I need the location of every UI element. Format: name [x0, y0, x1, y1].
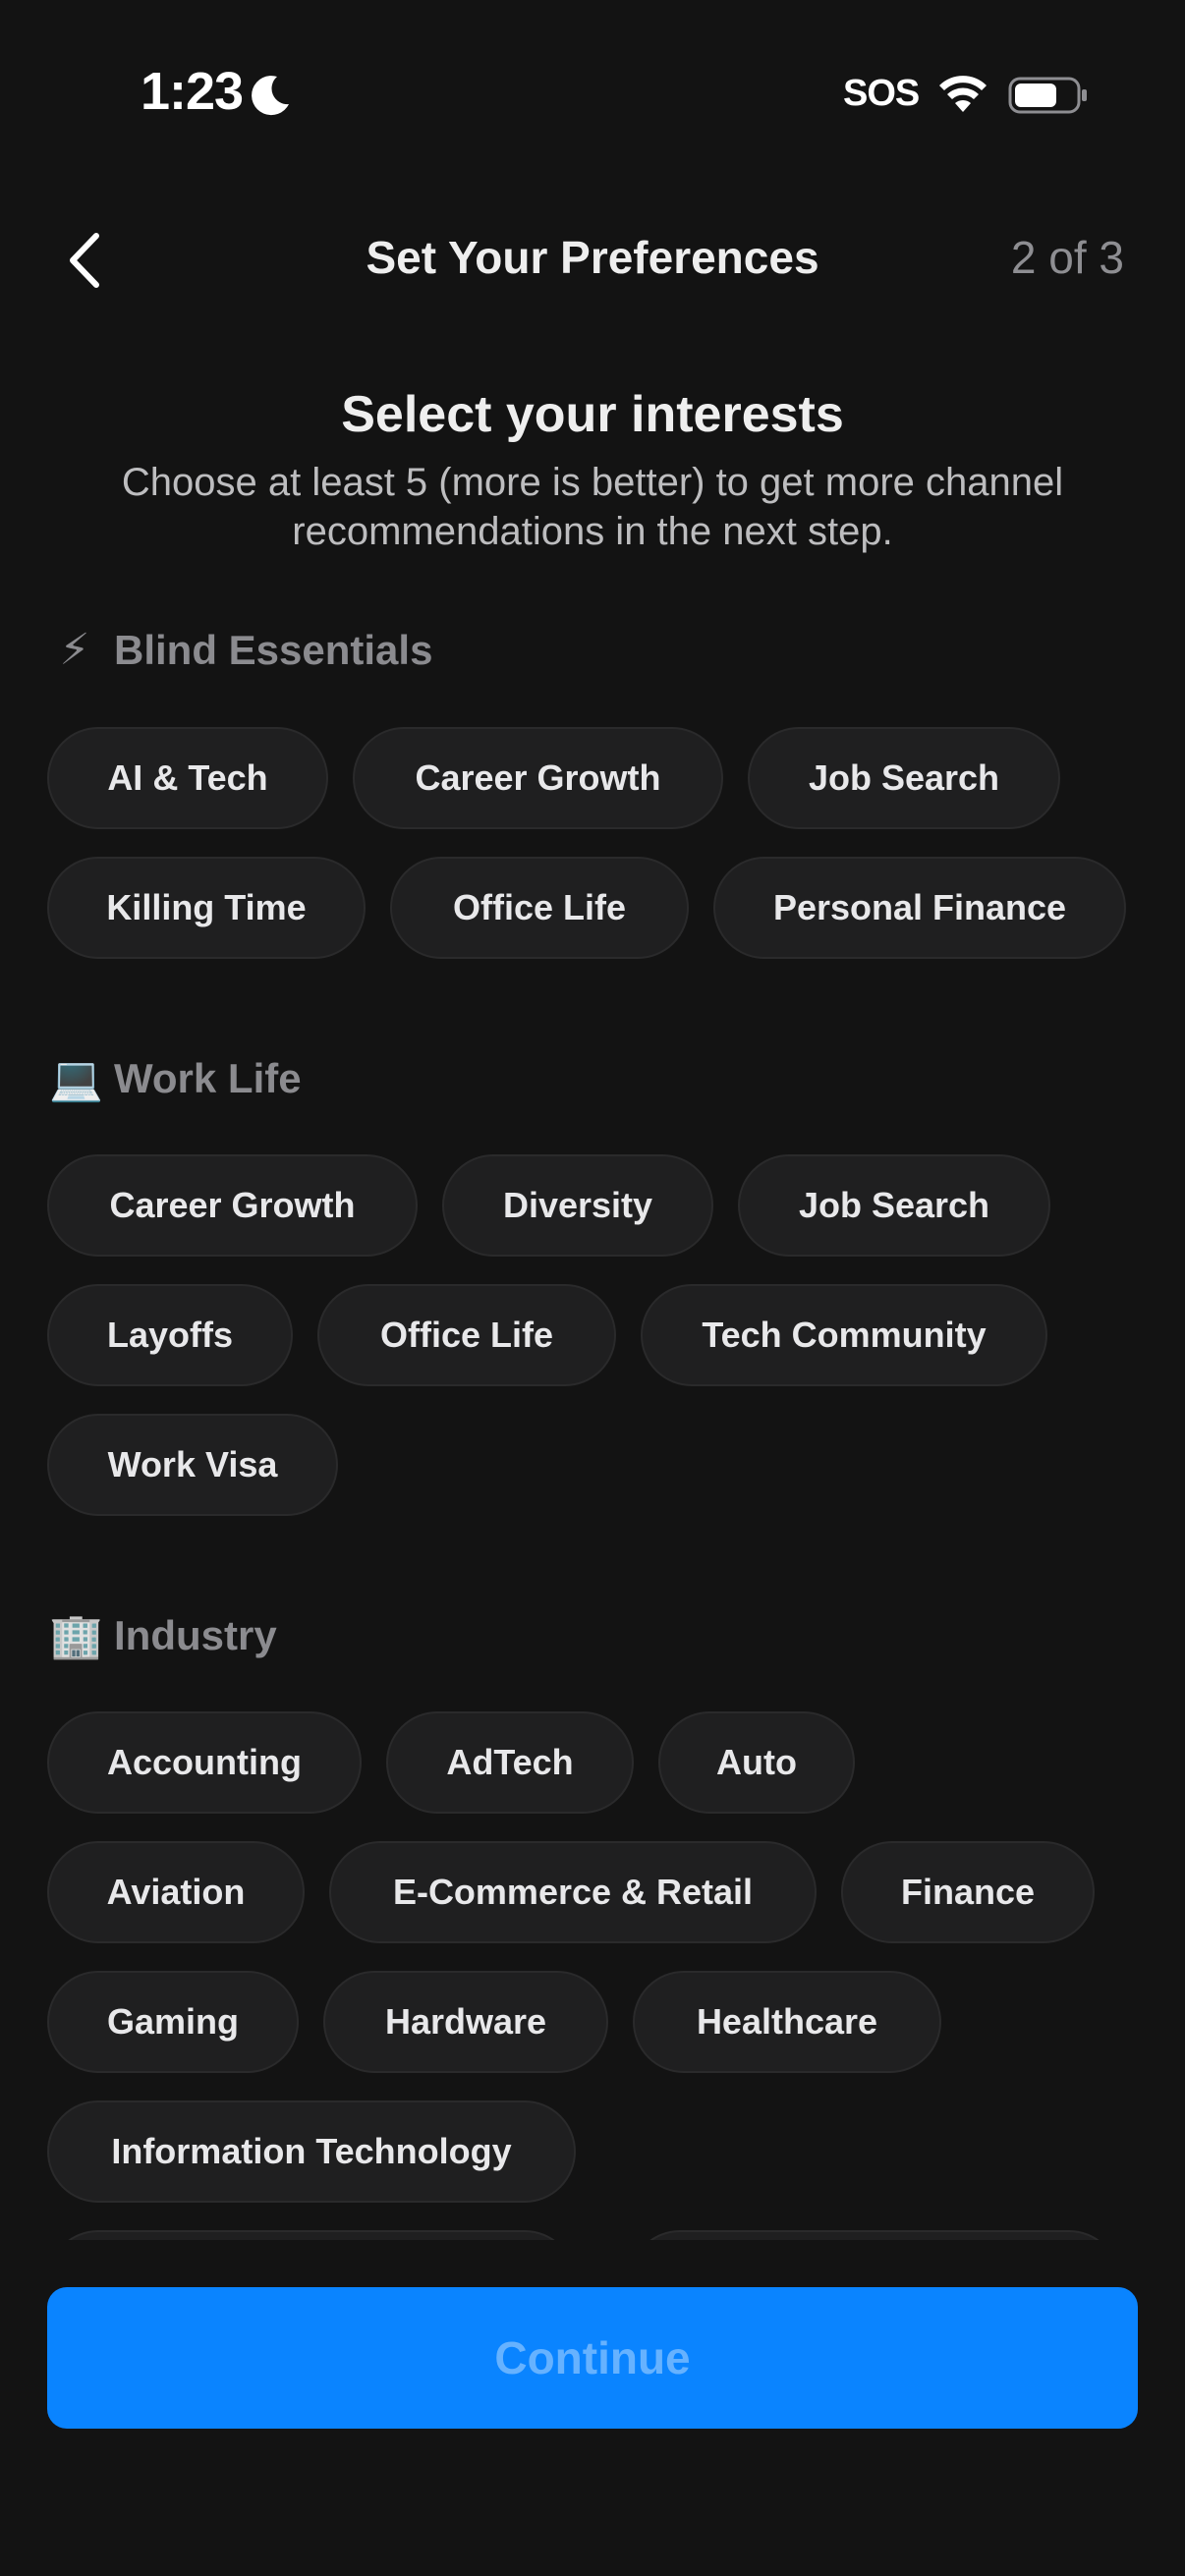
- battery-icon: [1008, 77, 1087, 114]
- chip-job-search[interactable]: Job Search: [748, 727, 1060, 829]
- laptop-icon: 💻: [49, 1055, 103, 1103]
- section-title: Work Life: [114, 1055, 302, 1101]
- status-time: 1:23: [141, 62, 244, 121]
- sos-indicator: SOS: [843, 73, 920, 114]
- moon-icon: [252, 76, 289, 116]
- chip-hardware[interactable]: Hardware: [323, 1971, 608, 2073]
- chip-partial[interactable]: [47, 2230, 576, 2240]
- chip-office-life[interactable]: Office Life: [390, 857, 689, 959]
- chip-information-technology[interactable]: Information Technology: [47, 2100, 576, 2203]
- section-title: Industry: [114, 1612, 277, 1658]
- chip-career-growth[interactable]: Career Growth: [47, 1154, 418, 1257]
- section-blind-essentials: ⚡ Blind Essentials: [49, 625, 433, 675]
- chip-killing-time[interactable]: Killing Time: [47, 857, 366, 959]
- status-bar: 1:23 SOS: [0, 0, 1185, 187]
- interests-subtitle: Choose at least 5 (more is better) to ge…: [121, 461, 1064, 553]
- chip-accounting[interactable]: Accounting: [47, 1711, 362, 1814]
- chip-gaming[interactable]: Gaming: [47, 1971, 299, 2073]
- wifi-icon: [939, 76, 987, 112]
- section-title: Blind Essentials: [114, 626, 433, 673]
- step-indicator: 2 of 3: [1010, 232, 1124, 283]
- chip-auto[interactable]: Auto: [658, 1711, 855, 1814]
- chip-tech-community[interactable]: Tech Community: [641, 1284, 1047, 1386]
- lightning-icon: ⚡: [59, 626, 90, 674]
- chip-work-visa[interactable]: Work Visa: [47, 1414, 338, 1516]
- chip-diversity[interactable]: Diversity: [442, 1154, 713, 1257]
- chip-ecommerce-retail[interactable]: E-Commerce & Retail: [329, 1841, 817, 1943]
- chip-office-life[interactable]: Office Life: [317, 1284, 616, 1386]
- chip-career-growth[interactable]: Career Growth: [353, 727, 723, 829]
- chip-adtech[interactable]: AdTech: [386, 1711, 634, 1814]
- chip-job-search[interactable]: Job Search: [738, 1154, 1050, 1257]
- chip-personal-finance[interactable]: Personal Finance: [713, 857, 1126, 959]
- continue-button[interactable]: Continue: [47, 2287, 1138, 2429]
- chip-layoffs[interactable]: Layoffs: [47, 1284, 293, 1386]
- chip-finance[interactable]: Finance: [841, 1841, 1095, 1943]
- interest-list[interactable]: ⚡ Blind Essentials AI & Tech Career Grow…: [0, 599, 1185, 2240]
- chip-aviation[interactable]: Aviation: [47, 1841, 305, 1943]
- chip-healthcare[interactable]: Healthcare: [633, 1971, 941, 2073]
- chip-ai-tech[interactable]: AI & Tech: [47, 727, 328, 829]
- interests-headline: Select your interests: [341, 386, 844, 443]
- section-work-life: 💻 Work Life: [49, 1053, 302, 1104]
- page-title: Set Your Preferences: [366, 232, 819, 283]
- office-building-icon: 🏢: [49, 1612, 103, 1660]
- chip-partial[interactable]: [629, 2230, 1120, 2240]
- section-industry: 🏢 Industry: [49, 1610, 277, 1661]
